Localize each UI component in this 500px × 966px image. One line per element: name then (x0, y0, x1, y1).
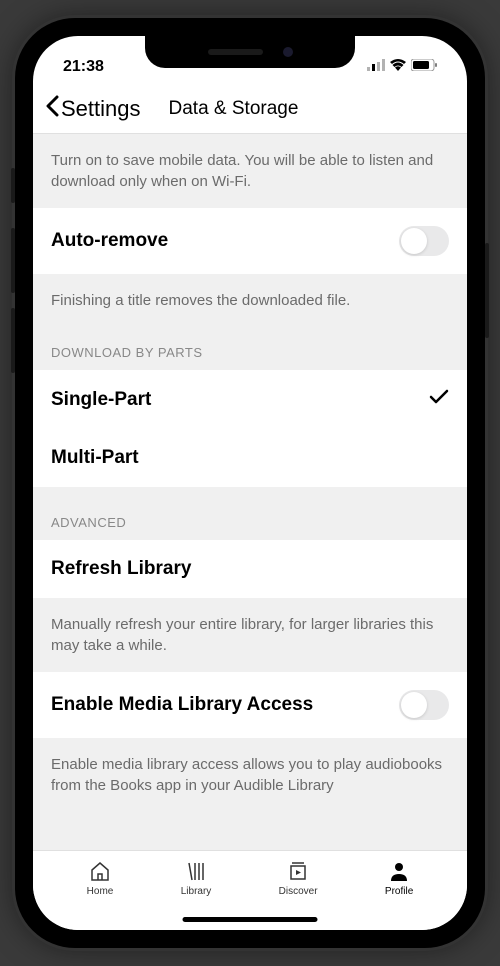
battery-icon (411, 58, 437, 76)
enable-media-label: Enable Media Library Access (51, 694, 313, 716)
tab-discover-label: Discover (279, 886, 318, 897)
media-access-description: Enable media library access allows you t… (33, 738, 467, 812)
back-label: Settings (61, 96, 141, 122)
tab-discover[interactable]: Discover (279, 859, 318, 910)
home-indicator[interactable] (183, 917, 318, 922)
wifi-icon (390, 58, 406, 76)
refresh-library-row[interactable]: Refresh Library (33, 540, 467, 598)
tab-library[interactable]: Library (181, 859, 212, 910)
back-button[interactable]: Settings (45, 95, 141, 123)
tab-library-label: Library (181, 886, 212, 897)
single-part-label: Single-Part (51, 389, 151, 411)
checkmark-icon (429, 388, 449, 411)
navigation-bar: Settings Data & Storage (33, 84, 467, 134)
tab-profile[interactable]: Profile (385, 859, 413, 910)
auto-remove-description: Finishing a title removes the downloaded… (33, 274, 467, 327)
refresh-library-label: Refresh Library (51, 558, 191, 580)
download-parts-header: DOWNLOAD BY PARTS (33, 327, 467, 370)
single-part-row[interactable]: Single-Part (33, 370, 467, 429)
advanced-header: ADVANCED (33, 487, 467, 540)
notch (145, 36, 355, 68)
status-time: 21:38 (63, 58, 104, 76)
discover-icon (286, 859, 310, 883)
auto-remove-label: Auto-remove (51, 230, 168, 252)
wifi-description: Turn on to save mobile data. You will be… (33, 134, 467, 208)
auto-remove-row[interactable]: Auto-remove (33, 208, 467, 274)
page-title: Data & Storage (141, 98, 456, 120)
profile-icon (387, 859, 411, 883)
tab-home-label: Home (87, 886, 114, 897)
phone-frame: 21:38 Settings Data & Storage (15, 18, 485, 948)
status-icons (367, 58, 437, 76)
chevron-left-icon (45, 95, 59, 123)
power-button (485, 243, 489, 338)
multi-part-label: Multi-Part (51, 447, 139, 469)
refresh-description: Manually refresh your entire library, fo… (33, 598, 467, 672)
home-icon (88, 859, 112, 883)
multi-part-row[interactable]: Multi-Part (33, 429, 467, 487)
cellular-icon (367, 58, 385, 76)
content-area[interactable]: Turn on to save mobile data. You will be… (33, 134, 467, 850)
tab-home[interactable]: Home (87, 859, 114, 910)
enable-media-toggle[interactable] (399, 690, 449, 720)
volume-up (11, 228, 15, 293)
enable-media-row[interactable]: Enable Media Library Access (33, 672, 467, 738)
library-icon (184, 859, 208, 883)
auto-remove-toggle[interactable] (399, 226, 449, 256)
volume-down (11, 308, 15, 373)
tab-profile-label: Profile (385, 886, 413, 897)
mute-switch (11, 168, 15, 203)
screen: 21:38 Settings Data & Storage (33, 36, 467, 930)
